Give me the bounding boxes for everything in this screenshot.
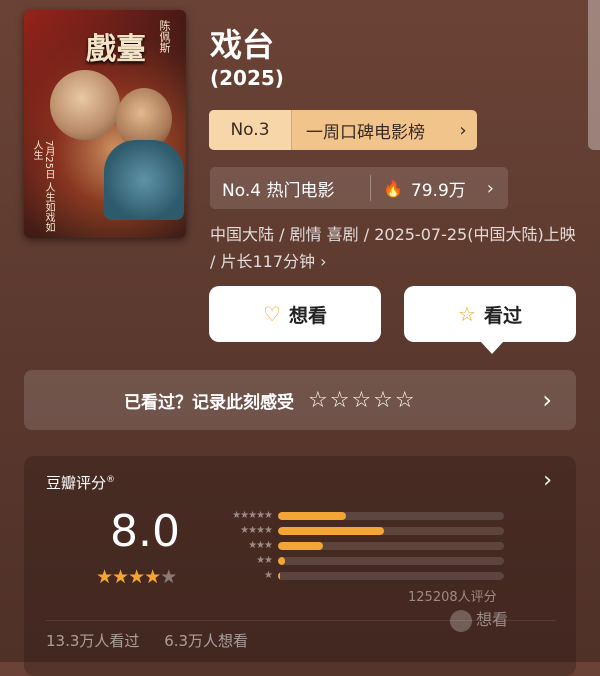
- want-count: 6.3万人想看: [164, 632, 249, 650]
- hot-rank-badge[interactable]: No.4 热门电影 🔥 79.9万 ›: [210, 167, 508, 209]
- distribution-bar: [278, 511, 346, 520]
- movie-info[interactable]: 中国大陆 / 剧情 喜剧 / 2025-07-25(中国大陆)上映 / 片长11…: [210, 221, 580, 275]
- heart-plus-icon: ♡: [263, 302, 281, 326]
- rating-stars-input[interactable]: ☆☆☆☆☆: [308, 388, 417, 413]
- rating-score: 8.0: [110, 506, 180, 557]
- fire-icon: 🔥: [383, 178, 403, 198]
- poster-name: 陈佩斯: [158, 20, 171, 53]
- distribution-star-label: ★★: [256, 555, 273, 566]
- popover-pointer: [481, 342, 503, 354]
- seen-count: 13.3万人看过: [46, 632, 140, 650]
- distribution-star-label: ★★★★★: [232, 510, 273, 521]
- seen-label: 看过: [483, 304, 522, 327]
- star-filled-icon: ★: [112, 566, 129, 588]
- chevron-right-icon[interactable]: ›: [543, 468, 552, 493]
- scrollbar[interactable]: [588, 0, 600, 150]
- star-filled-icon: ★: [96, 566, 113, 588]
- watch-stats: 13.3万人看过 6.3万人想看: [46, 630, 268, 651]
- movie-title: 戏台: [210, 26, 275, 64]
- want-label: 想看: [288, 304, 327, 327]
- distribution-track: [278, 571, 504, 580]
- rank-number: No.3: [209, 110, 292, 150]
- distribution-bar: [278, 526, 385, 535]
- distribution-row: ★: [214, 568, 504, 583]
- distribution-track: [278, 541, 504, 550]
- movie-year: (2025): [210, 66, 284, 90]
- distribution-row: ★★★: [214, 538, 504, 553]
- distribution-track: [278, 526, 504, 535]
- hot-rank-label: No.4 热门电影: [222, 180, 335, 201]
- poster-title: 戲臺: [86, 32, 146, 67]
- distribution-track: [278, 556, 504, 565]
- distribution-star-label: ★★★: [248, 540, 273, 551]
- heat-value: 79.9万: [410, 180, 466, 201]
- movie-poster[interactable]: 戲臺 陈佩斯 7月25日 人生如戏如人生: [24, 10, 186, 238]
- star-filled-icon: ★: [144, 566, 161, 588]
- poster-figure: [50, 70, 120, 140]
- rating-distribution: ★★★★★ ★★★★ ★★★ ★★ ★: [214, 508, 504, 583]
- star-filled-icon: ★: [128, 566, 145, 588]
- record-prompt: 已看过？记录此刻感受: [124, 392, 294, 413]
- record-feeling-bar[interactable]: 已看过？记录此刻感受 ☆☆☆☆☆ ›: [24, 370, 576, 430]
- distribution-bar: [278, 541, 324, 550]
- weekly-rank-badge[interactable]: No.3 一周口碑电影榜 ›: [209, 110, 477, 150]
- want-to-watch-button[interactable]: ♡ 想看: [209, 286, 381, 342]
- rating-count: 125208人评分: [408, 590, 497, 605]
- distribution-star-label: ★★★★: [240, 525, 273, 536]
- score-stars: ★★★★★: [96, 566, 177, 588]
- distribution-bar: [278, 571, 281, 580]
- distribution-track: [278, 511, 504, 520]
- distribution-bar: [278, 556, 285, 565]
- star-empty-icon: ★: [160, 566, 177, 588]
- chevron-right-icon: ›: [486, 177, 494, 199]
- chevron-right-icon: ›: [459, 119, 467, 141]
- rating-header: 豆瓣评分®: [46, 474, 116, 492]
- watermark: 想看: [450, 606, 508, 632]
- rank-label: 一周口碑电影榜: [306, 122, 425, 143]
- chevron-right-icon: ›: [542, 386, 552, 414]
- distribution-row: ★★: [214, 553, 504, 568]
- douban-rating-card[interactable]: 豆瓣评分® › 8.0 ★★★★★ ★★★★★ ★★★★ ★★★ ★★ ★ 125208…: [24, 456, 576, 676]
- poster-figure: [104, 140, 184, 220]
- star-outline-icon: ☆: [458, 302, 476, 326]
- distribution-row: ★★★★★: [214, 508, 504, 523]
- distribution-star-label: ★: [264, 570, 273, 581]
- distribution-row: ★★★★: [214, 523, 504, 538]
- poster-date: 7月25日 人生如戏如人生: [31, 140, 54, 233]
- divider: [370, 175, 371, 201]
- divider: [46, 620, 556, 621]
- watched-button[interactable]: ☆ 看过: [404, 286, 576, 342]
